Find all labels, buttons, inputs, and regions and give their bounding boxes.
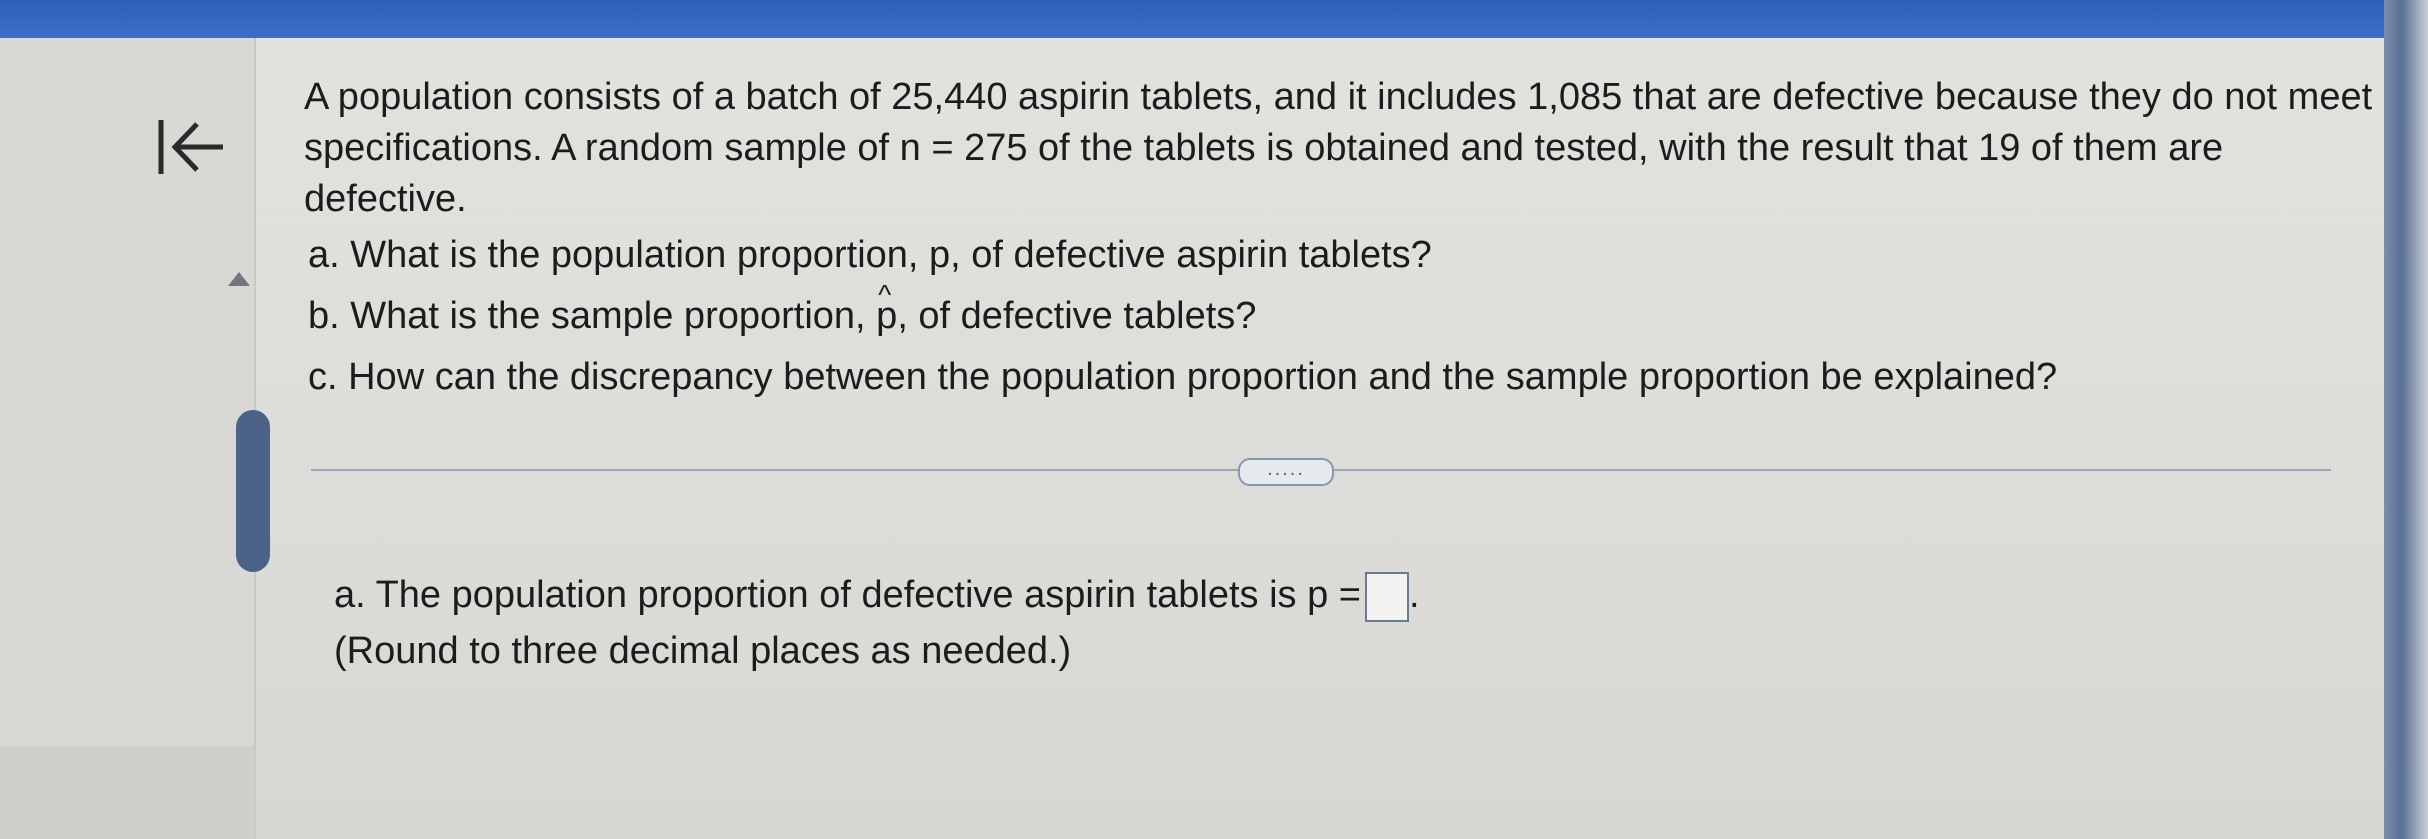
scrollbar-thumb[interactable] <box>236 410 270 572</box>
part-b-prefix: b. What is the sample proportion, <box>308 295 866 337</box>
answer-prompt: a. The population proportion of defectiv… <box>334 574 1362 616</box>
question-part-c: c. How can the discrepancy between the p… <box>308 356 2058 398</box>
top-bar <box>0 0 2395 38</box>
scroll-up-arrow-icon[interactable] <box>228 272 250 286</box>
page: A population consists of a batch of 25,4… <box>0 0 2428 839</box>
rounding-hint: (Round to three decimal places as needed… <box>334 630 1072 672</box>
answer-area: a. The population proportion of defectiv… <box>334 567 1734 679</box>
answer-line-a: a. The population proportion of defectiv… <box>334 567 1734 623</box>
first-question-button[interactable] <box>150 112 230 182</box>
question-part-b: b. What is the sample proportion, p, of … <box>308 264 2374 347</box>
left-rail-footer <box>0 746 254 839</box>
part-b-suffix: , of defective tablets? <box>897 295 1257 337</box>
p-hat-symbol: p <box>876 264 897 347</box>
answer-period: . <box>1409 574 1420 616</box>
expand-more-button[interactable]: ..... <box>1238 458 1334 486</box>
first-page-arrow-icon <box>158 120 223 174</box>
answer-input-box[interactable] <box>1365 571 1410 622</box>
right-edge <box>2384 0 2428 839</box>
question-text: A population consists of a batch of 25,4… <box>304 72 2374 408</box>
question-parts: a. What is the population proportion, p,… <box>304 225 2374 408</box>
question-intro: A population consists of a batch of 25,4… <box>304 76 2373 220</box>
question-part-a: a. What is the population proportion, p,… <box>308 234 1432 276</box>
